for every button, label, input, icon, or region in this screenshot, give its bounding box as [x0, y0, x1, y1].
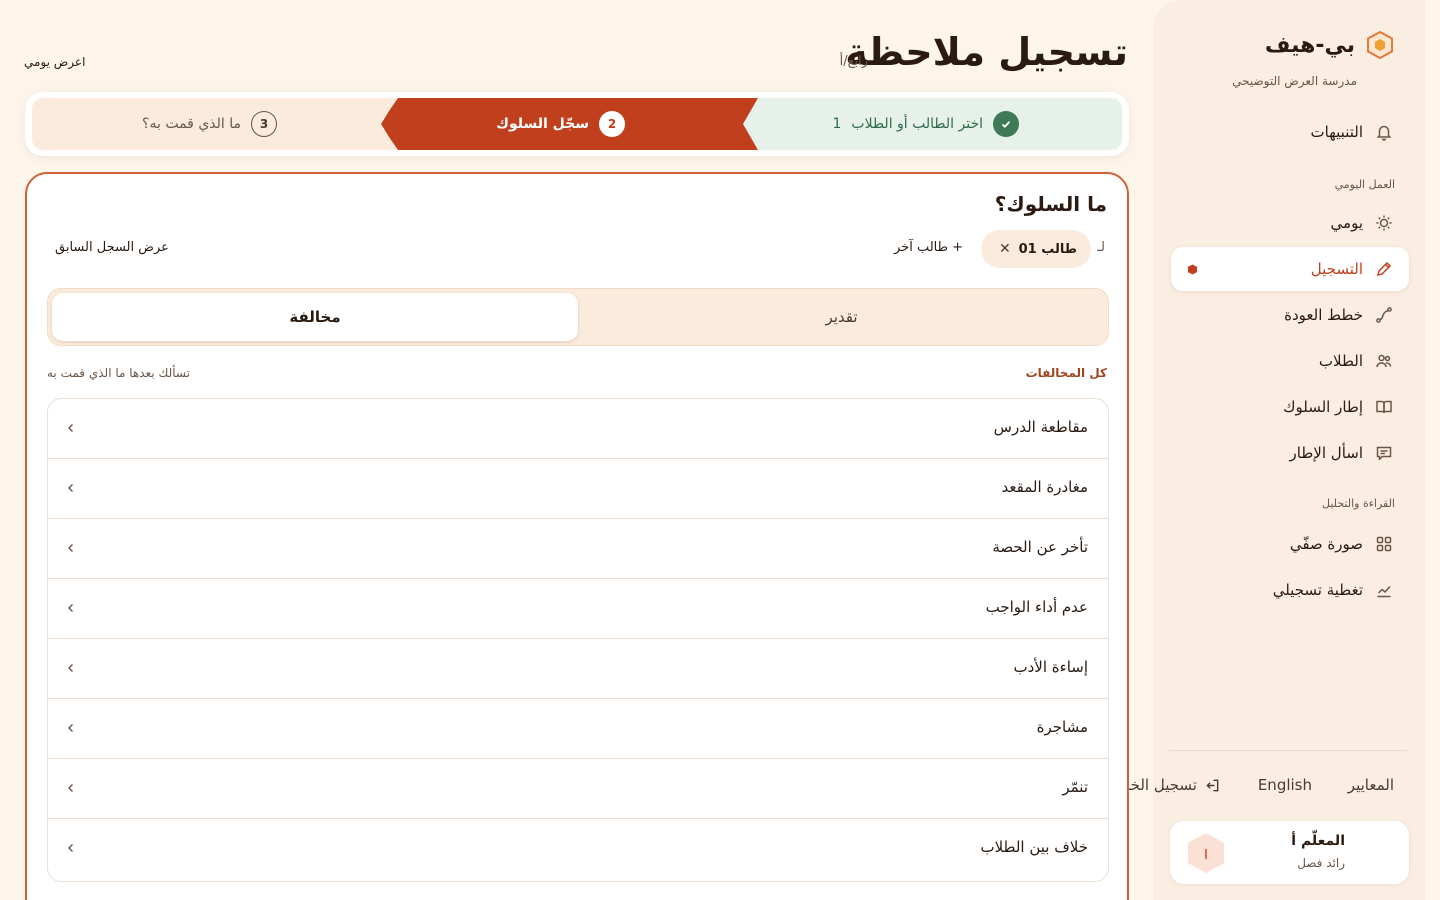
previous-log-link[interactable]: عرض السجل السابق [55, 240, 169, 255]
chevron-left-icon [68, 844, 73, 852]
logout-icon [1205, 778, 1220, 793]
step-1-label: اختر الطالب أو الطلاب [851, 116, 983, 132]
route-icon [1375, 306, 1393, 324]
student-chip: طالب 01 ✕ [981, 230, 1091, 268]
list-item-label: تأخر عن الحصة [992, 538, 1088, 556]
user-name: المعلّم أ [1291, 833, 1345, 849]
user-role: رائد فصل [1297, 856, 1345, 870]
sidebar-item-log[interactable]: التسجيل [1171, 247, 1409, 291]
list-item[interactable]: خلاف بين الطلاب [48, 819, 1108, 879]
active-hexagon-icon [1187, 263, 1198, 275]
sidebar-item-recovery[interactable]: خطط العودة [1171, 293, 1409, 337]
sidebar-item-log-coverage[interactable]: تغطية تسجيلي [1171, 568, 1409, 612]
list-item[interactable]: إساءة الأدب [48, 639, 1108, 699]
hexagon-logo-icon [1367, 30, 1393, 60]
sidebar-item-label: اسأل الإطار [1289, 444, 1363, 462]
step-3-number: 3 [251, 111, 277, 137]
remove-student-icon[interactable]: ✕ [999, 241, 1011, 257]
all-violations-label: كل المخالفات [1025, 366, 1107, 380]
nav-section-reading: القراءة والتحليل [1322, 497, 1395, 510]
brand[interactable]: بي-هيف [1265, 30, 1395, 60]
step-2-label: سجّل السلوك [496, 116, 589, 132]
list-item[interactable]: تأخر عن الحصة [48, 519, 1108, 579]
list-item[interactable]: مشاجرة [48, 699, 1108, 759]
add-student-button[interactable]: + طالب آخر [894, 240, 963, 255]
sidebar-item-class-picture[interactable]: صورة صفّي [1171, 522, 1409, 566]
sidebar-item-ask-framework[interactable]: اسأل الإطار [1171, 431, 1409, 475]
bell-icon [1375, 123, 1393, 141]
behavior-type-toggle: تقدير مخالفة [47, 288, 1109, 346]
sidebar-item-students[interactable]: الطلاب [1171, 339, 1409, 383]
nav-section-daily: العمل اليومي [1334, 178, 1395, 191]
list-item[interactable]: مغادرة المقعد [48, 459, 1108, 519]
step-2-number: 2 [599, 111, 625, 137]
list-item-label: إساءة الأدب [1013, 658, 1088, 676]
chevron-left-icon [68, 484, 73, 492]
step-3[interactable]: 3 ما الذي قمت به؟ [142, 92, 277, 156]
chevron-left-icon [68, 424, 73, 432]
step-1-count: 1 [832, 116, 842, 132]
sun-icon [1375, 214, 1393, 232]
step-3-label: ما الذي قمت به؟ [142, 116, 241, 132]
student-chip-label: طالب 01 [1018, 241, 1077, 257]
hint-text: تسألك بعدها ما الذي قمت به [47, 366, 190, 380]
sidebar-item-label: التنبيهات [1310, 123, 1363, 141]
question-title: ما السلوك؟ [994, 192, 1107, 216]
chevron-left-icon [68, 544, 73, 552]
sidebar-item-label: يومي [1330, 214, 1363, 232]
sidebar-item-label: إطار السلوك [1283, 398, 1363, 416]
check-icon [993, 111, 1019, 137]
sidebar-divider [1169, 750, 1407, 751]
stepper: اختر الطالب أو الطلاب 1 2 سجّل السلوك 3 … [25, 92, 1129, 156]
list-item-label: عدم أداء الواجب [985, 598, 1088, 616]
step-2[interactable]: 2 سجّل السلوك [496, 92, 625, 156]
sidebar-item-notifications[interactable]: التنبيهات [1171, 110, 1409, 154]
chevron-left-icon [68, 724, 73, 732]
standards-link[interactable]: المعايير [1348, 776, 1394, 794]
sidebar-item-label: الطلاب [1318, 352, 1363, 370]
violation-tab[interactable]: مخالفة [52, 293, 578, 341]
for-label: لـ [1097, 240, 1105, 255]
page-subtitle: رابع/أ [839, 54, 868, 69]
sidebar-item-daily[interactable]: يومي [1171, 201, 1409, 245]
list-item-label: مغادرة المقعد [1001, 478, 1089, 496]
view-daily-link[interactable]: اعرض يومي [24, 55, 85, 69]
sidebar: بي-هيف مدرسة العرض التوضيحي التنبيهات ال… [1105, 0, 1425, 900]
book-icon [1375, 398, 1393, 416]
list-item-label: خلاف بين الطلاب [980, 838, 1088, 856]
pencil-icon [1375, 260, 1393, 278]
language-toggle[interactable]: English [1258, 776, 1312, 794]
list-item-label: مشاجرة [1036, 718, 1088, 736]
chevron-left-icon [68, 604, 73, 612]
list-item-label: مقاطعة الدرس [993, 418, 1088, 436]
sidebar-item-framework[interactable]: إطار السلوك [1171, 385, 1409, 429]
avatar-initial: I [1204, 846, 1208, 863]
brand-subtitle: مدرسة العرض التوضيحي [1232, 74, 1357, 88]
sidebar-item-label: التسجيل [1310, 260, 1363, 278]
sidebar-item-label: صورة صفّي [1289, 535, 1363, 553]
trend-chart-icon [1375, 581, 1393, 599]
list-item[interactable]: مقاطعة الدرس [48, 399, 1108, 459]
behavior-card: ما السلوك؟ لـ طالب 01 ✕ + طالب آخر عرض ا… [25, 172, 1129, 900]
list-item-label: تنمّر [1062, 778, 1088, 796]
step-1[interactable]: اختر الطالب أو الطلاب 1 [832, 92, 1019, 156]
avatar: I [1188, 833, 1224, 873]
brand-name: بي-هيف [1264, 32, 1355, 58]
appreciation-tab[interactable]: تقدير [579, 293, 1104, 341]
users-icon [1375, 352, 1393, 370]
sidebar-item-label: تغطية تسجيلي [1272, 581, 1363, 599]
list-item[interactable]: تنمّر [48, 759, 1108, 819]
sidebar-item-label: خطط العودة [1284, 306, 1363, 324]
user-card[interactable]: المعلّم أ رائد فصل I [1170, 821, 1409, 884]
chevron-left-icon [68, 664, 73, 672]
chat-icon [1375, 444, 1393, 462]
grid-icon [1375, 535, 1393, 553]
violations-list: مقاطعة الدرس مغادرة المقعد تأخر عن الحصة… [47, 398, 1109, 882]
chevron-left-icon [68, 784, 73, 792]
list-item[interactable]: عدم أداء الواجب [48, 579, 1108, 639]
page-title: تسجيل ملاحظة [845, 30, 1128, 74]
